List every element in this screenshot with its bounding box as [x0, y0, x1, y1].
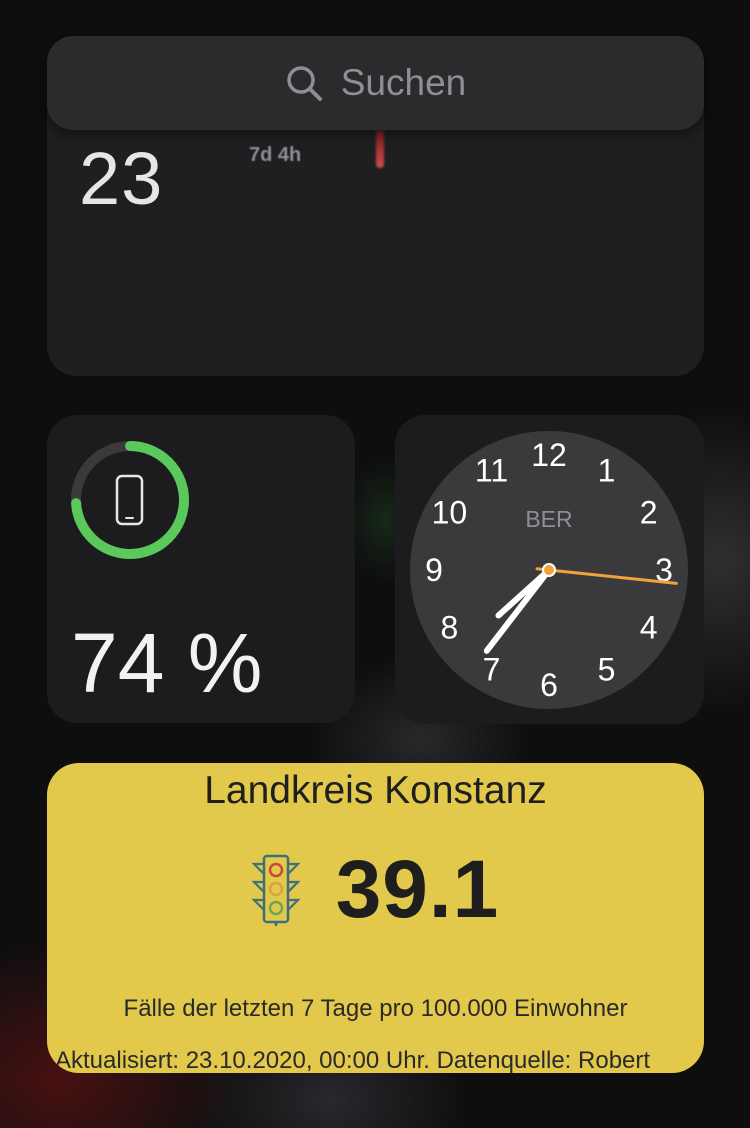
clock-number: 11 [475, 452, 508, 488]
battery-percent: 74 % [71, 616, 263, 710]
clock-number: 2 [640, 495, 658, 531]
iphone-icon [115, 474, 144, 526]
clock-number: 8 [441, 610, 459, 646]
top-widget-label: 7d 4h [249, 144, 302, 166]
clock-number: 1 [598, 452, 616, 488]
battery-ring [71, 441, 189, 559]
top-widget-value: 23 [79, 137, 164, 220]
clock-widget[interactable]: 12 1 2 3 4 5 6 7 8 9 10 11 BER [395, 415, 704, 724]
battery-widget[interactable]: 74 % [47, 415, 355, 723]
top-widget-indicator [376, 130, 384, 168]
clock-face: 12 1234567891011 BER [410, 431, 688, 709]
clock-number: 10 [432, 495, 468, 531]
clock-number: 9 [425, 552, 443, 588]
search-bar[interactable]: Suchen [47, 36, 704, 130]
clock-number: 12 [531, 437, 567, 473]
clock-center [542, 563, 556, 577]
search-icon [287, 66, 322, 101]
county-name: Landkreis Konstanz [204, 769, 547, 812]
clock-number: 7 [483, 652, 501, 688]
incidence-value: 39.1 [335, 844, 500, 935]
clock-number: 6 [540, 667, 558, 703]
incidence-description: Fälle der letzten 7 Tage pro 100.000 Ein… [123, 995, 628, 1022]
clock-city: BER [525, 506, 572, 532]
traffic-light-icon [251, 854, 300, 926]
clock-number: 4 [640, 610, 658, 646]
search-placeholder: Suchen [340, 62, 467, 103]
covid-incidence-widget[interactable]: Landkreis Konstanz 39.1 Fälle der letzte… [47, 763, 704, 1073]
update-info: Aktualisiert: 23.10.2020, 00:00 Uhr. Dat… [55, 1047, 651, 1073]
clock-number: 5 [598, 652, 616, 688]
